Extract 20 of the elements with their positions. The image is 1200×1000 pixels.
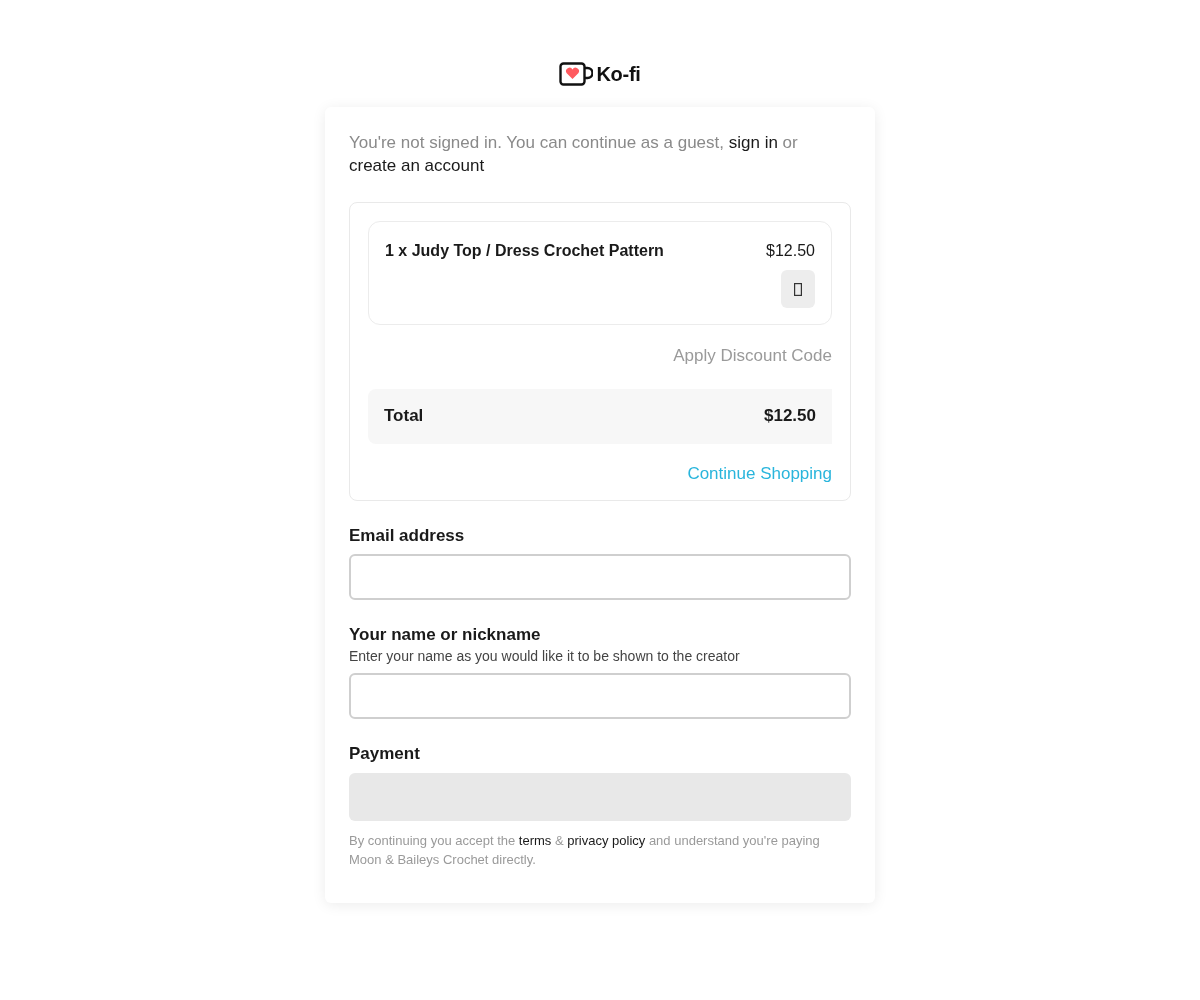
item-title: 1 x Judy Top / Dress Crochet Pattern (385, 241, 664, 261)
item-price: $12.50 (766, 241, 815, 261)
total-label: Total (384, 405, 424, 428)
payment-label: Payment (349, 743, 421, 765)
item-icon-button[interactable] (781, 270, 815, 308)
logo-wordmark: Ko-fi (596, 62, 641, 87)
sign-in-link[interactable]: sign in (728, 133, 778, 152)
rectangle-icon (794, 282, 802, 296)
create-account-link[interactable]: create an account (349, 156, 485, 175)
input-field[interactable] (349, 554, 851, 600)
mug-heart-logo-icon (559, 62, 594, 86)
field-label: Email address (349, 525, 466, 547)
field-label: Your name or nickname (349, 624, 542, 646)
terms-notice: By continuing you accept the terms & privacy policy and understand you're paying Moon & Baileys Crochet directly. (349, 832, 821, 869)
field-help-text: Enter your name as you would like it to be shown to the creator (349, 647, 741, 666)
sign-in-notice: You're not signed in. You can continue as a guest, sign in or create an account (349, 132, 799, 177)
input-field[interactable] (349, 673, 851, 719)
privacy-policy-link[interactable]: privacy policy (567, 833, 646, 848)
terms-link[interactable]: terms (518, 833, 552, 848)
total-amount: $12.50 (764, 405, 816, 428)
